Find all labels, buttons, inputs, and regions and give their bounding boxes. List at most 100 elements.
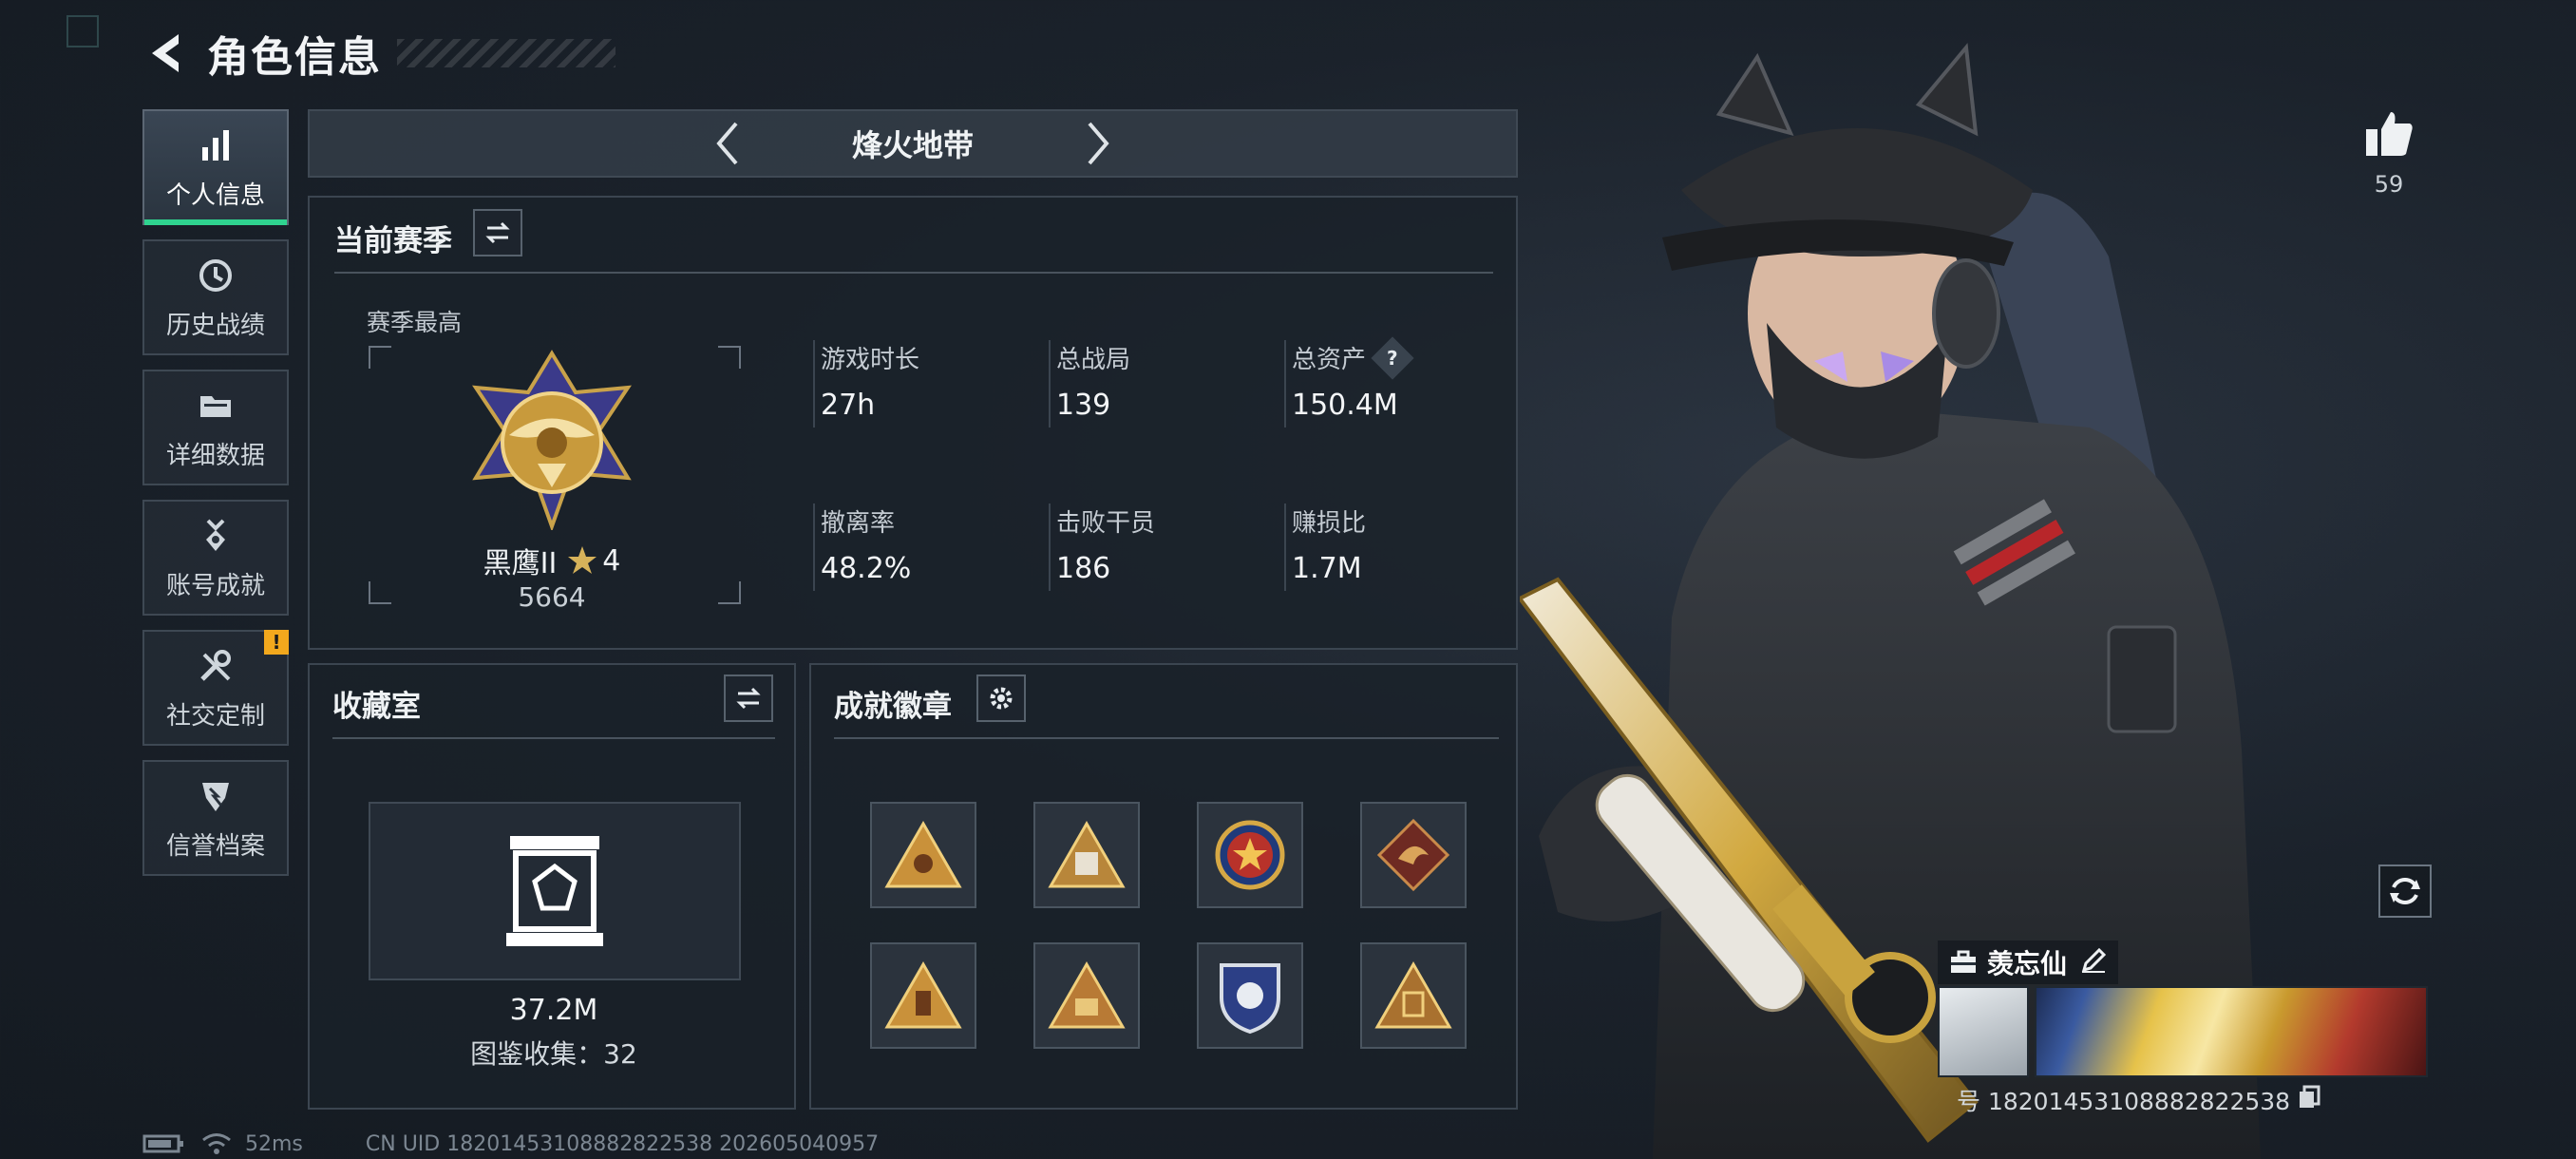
- stat-total-matches: 总战局 139: [1049, 340, 1130, 428]
- achievement-badge[interactable]: [1360, 802, 1467, 908]
- police-shield-icon: [1220, 963, 1280, 1035]
- star-seal-icon: [1215, 820, 1285, 890]
- rank-line: 黑鹰II 4: [405, 540, 699, 581]
- stat-label: 总资产: [1292, 346, 1367, 374]
- achievement-badge[interactable]: [1033, 802, 1140, 908]
- season-panel: 当前赛季 赛季最高 黑鹰II 4 5664 游戏时长 27h 总战局 139 总…: [308, 196, 1518, 650]
- stat-value: 48.2%: [821, 552, 912, 585]
- achievement-badge[interactable]: [870, 942, 976, 1049]
- swap-icon: [485, 221, 510, 244]
- collection-count: 图鉴收集：32: [470, 1038, 637, 1070]
- mode-prev-button[interactable]: [699, 115, 756, 172]
- ping-text: 52ms: [245, 1131, 303, 1156]
- gear-icon: [990, 687, 1013, 710]
- stat-operators-defeated: 击败干员 186: [1049, 504, 1155, 591]
- collection-title: 收藏室: [332, 690, 421, 724]
- season-divider: [334, 272, 1493, 274]
- sidebar-item-label: 信誉档案: [165, 831, 265, 861]
- rank-stars: 4: [602, 543, 621, 578]
- thumbs-up-icon: [2366, 112, 2413, 156]
- title-decoration: [397, 39, 616, 67]
- stat-total-assets: 总资产 ? 150.4M: [1284, 335, 1414, 428]
- chevron-left-icon: [716, 122, 738, 165]
- frame-corner: [718, 346, 741, 369]
- achievement-badge[interactable]: [1033, 942, 1140, 1049]
- rank-score: 5664: [518, 581, 586, 613]
- sidebar-item-label: 历史战绩: [165, 311, 265, 340]
- name-card-banner[interactable]: [2035, 986, 2428, 1077]
- dragon-badge-icon: [1376, 818, 1450, 892]
- triangle-badge-icon: [1048, 960, 1126, 1029]
- sidebar-item-personal-info[interactable]: 个人信息: [142, 109, 289, 225]
- stat-extraction-rate: 撤离率 48.2%: [813, 504, 911, 591]
- achievements-panel: 成就徽章: [809, 663, 1518, 1110]
- pencil-icon: [2081, 947, 2107, 973]
- player-name: 羡忘仙: [1987, 948, 2068, 979]
- sidebar-item-label: 详细数据: [165, 441, 265, 470]
- medal-icon: [195, 515, 237, 557]
- triangle-badge-icon: [884, 960, 962, 1029]
- collection-panel: 收藏室 37.2M 图鉴收集：32: [308, 663, 796, 1110]
- sidebar-item-credit-record[interactable]: 信誉档案: [142, 760, 289, 876]
- stat-value: 139: [1056, 389, 1111, 422]
- stat-label: 撤离率: [821, 509, 896, 538]
- stat-value: 150.4M: [1292, 389, 1398, 422]
- season-switch-button[interactable]: [473, 209, 522, 256]
- rotate-model-button[interactable]: [2378, 864, 2432, 918]
- briefcase-icon: [1951, 950, 1976, 973]
- stat-value: 186: [1056, 552, 1111, 585]
- stat-playtime: 游戏时长 27h: [813, 340, 919, 428]
- achievements-divider: [834, 737, 1499, 739]
- achievements-settings-button[interactable]: [976, 674, 1026, 722]
- alert-badge: !: [264, 630, 289, 655]
- player-card: 羡忘仙 号 18201453108882822538: [1938, 940, 2432, 1116]
- sidebar: 个人信息 历史战绩 详细数据 账号成就 ! 社交定制 信誉档案: [142, 109, 289, 890]
- player-uid: 号 18201453108882822538: [1957, 1083, 2320, 1117]
- swap-icon: [736, 687, 761, 710]
- collection-switch-button[interactable]: [724, 674, 773, 722]
- mode-selector: 烽火地带: [308, 109, 1518, 178]
- edit-name-button[interactable]: [2080, 947, 2107, 978]
- sidebar-item-social-custom[interactable]: ! 社交定制: [142, 630, 289, 746]
- collection-display[interactable]: [369, 802, 741, 980]
- season-title: 当前赛季: [334, 224, 452, 258]
- frame-corner: [718, 581, 741, 604]
- page-header: 角色信息: [142, 25, 616, 82]
- sidebar-item-history[interactable]: 历史战绩: [142, 239, 289, 355]
- star-icon: [568, 546, 597, 574]
- sidebar-item-achievements[interactable]: 账号成就: [142, 500, 289, 616]
- help-button[interactable]: ?: [1371, 335, 1414, 380]
- achievement-badge[interactable]: [870, 802, 976, 908]
- stat-profit-loss: 赚损比 1.7M: [1284, 504, 1366, 591]
- mode-next-button[interactable]: [1070, 115, 1127, 172]
- chevron-right-icon: [1088, 122, 1109, 165]
- back-button[interactable]: [142, 25, 188, 82]
- collection-divider: [332, 737, 775, 739]
- achievement-badge[interactable]: [1197, 942, 1303, 1049]
- tools-icon: [195, 645, 237, 687]
- like-button[interactable]: [2356, 100, 2422, 166]
- shield-icon: [195, 775, 237, 817]
- season-best-label: 赛季最高: [367, 309, 463, 336]
- rank-emblem: [462, 350, 642, 532]
- collection-value: 37.2M: [509, 994, 598, 1027]
- triangle-badge-icon: [1048, 820, 1126, 888]
- history-icon: [195, 255, 237, 296]
- copy-icon: [2300, 1085, 2320, 1108]
- achievement-badge[interactable]: [1197, 802, 1303, 908]
- footer-uid-text: CN UID 18201453108882822538 202605040957: [365, 1131, 880, 1156]
- corner-decoration: [66, 15, 99, 48]
- eagle-rank-icon: [472, 350, 632, 532]
- copy-uid-button[interactable]: [2298, 1085, 2320, 1115]
- like-count: 59: [2374, 171, 2404, 198]
- stat-value: 27h: [821, 389, 876, 422]
- stat-label: 游戏时长: [821, 346, 920, 374]
- mode-title: 烽火地带: [851, 127, 974, 163]
- avatar[interactable]: [1938, 986, 2029, 1077]
- status-bar: 52ms CN UID 18201453108882822538 2026050…: [142, 1129, 879, 1159]
- vault-icon: [506, 836, 603, 946]
- achievement-badge[interactable]: [1360, 942, 1467, 1049]
- sidebar-item-label: 账号成就: [165, 571, 265, 600]
- sidebar-item-detailed-data[interactable]: 详细数据: [142, 370, 289, 485]
- wifi-icon: [202, 1133, 231, 1154]
